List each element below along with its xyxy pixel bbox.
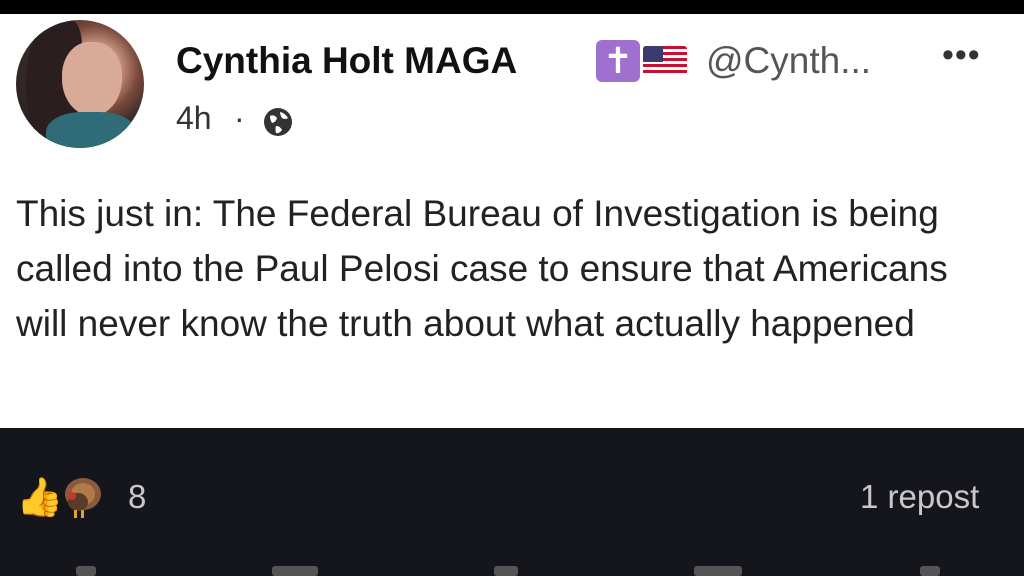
more-options-icon[interactable]: •••	[942, 38, 994, 72]
post-text: This just in: The Federal Bureau of Inve…	[16, 193, 948, 344]
share-icon[interactable]	[694, 566, 742, 576]
post-time[interactable]: 4h	[176, 100, 212, 137]
repost-count[interactable]: 1 repost	[860, 478, 979, 516]
author-handle[interactable]: @Cynth...	[706, 40, 871, 82]
reaction-count[interactable]: 8	[128, 478, 146, 516]
thumbs-up-icon[interactable]: 👍	[16, 476, 63, 520]
reply-icon[interactable]	[76, 566, 96, 576]
cross-icon: ✝	[596, 40, 640, 82]
repost-icon[interactable]	[272, 566, 318, 576]
like-icon[interactable]	[494, 566, 518, 576]
top-bar	[0, 0, 1024, 14]
us-flag-icon	[643, 46, 687, 76]
avatar-face	[62, 42, 122, 116]
meta-separator: ·	[234, 100, 245, 136]
avatar-shirt	[46, 112, 136, 148]
turkey-icon[interactable]	[60, 474, 106, 520]
avatar[interactable]	[16, 20, 144, 148]
author-name[interactable]: Cynthia Holt MAGA	[176, 40, 517, 82]
bookmark-icon[interactable]	[920, 566, 940, 576]
globe-icon	[264, 108, 292, 136]
